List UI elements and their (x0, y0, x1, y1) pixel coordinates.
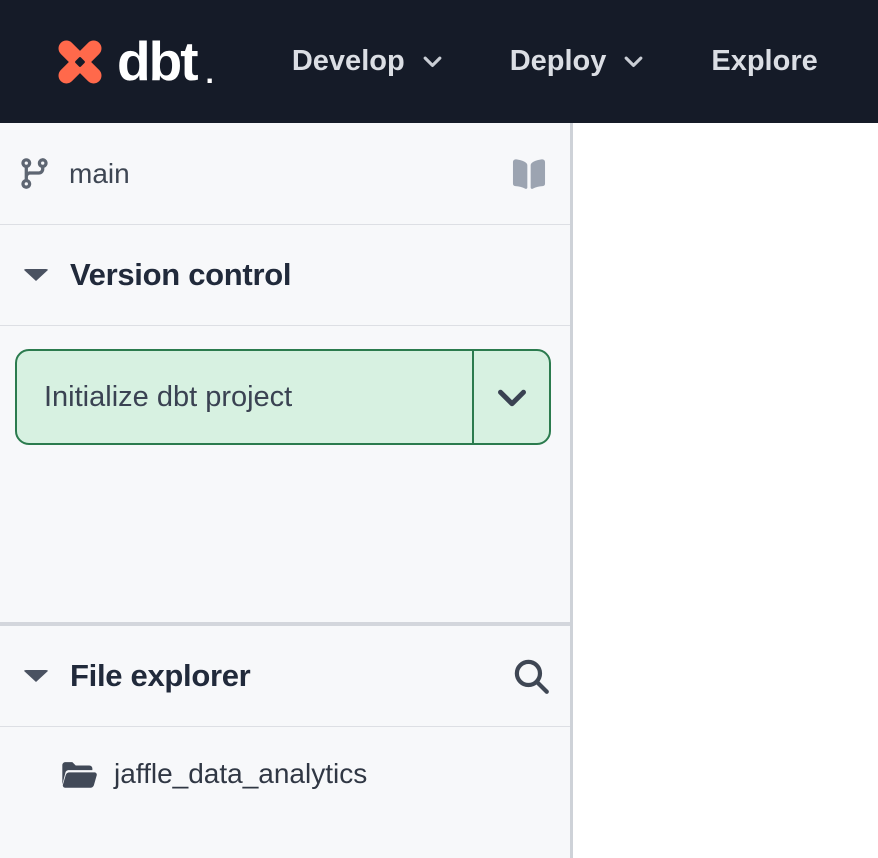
nav-item-deploy-label: Deploy (510, 45, 607, 78)
initialize-dbt-project-split-button: Initialize dbt project (15, 349, 551, 445)
version-control-title: Version control (70, 257, 291, 293)
editor-empty-area (573, 123, 878, 858)
file-tree-item-label: jaffle_data_analytics (114, 758, 367, 790)
dbt-logo-dot: . (206, 57, 214, 90)
docs-book-icon[interactable] (510, 157, 548, 191)
dbt-logo[interactable]: dbt . (52, 34, 214, 90)
git-branch-icon (17, 156, 52, 191)
init-dropdown-toggle[interactable] (474, 351, 549, 443)
file-tree: jaffle_data_analytics (0, 727, 570, 858)
collapse-triangle-icon (23, 269, 49, 281)
version-control-panel: Initialize dbt project (0, 326, 570, 622)
main-row: main Version control Initialize dbt proj… (0, 123, 878, 858)
branch-bar[interactable]: main (0, 123, 570, 225)
file-search-icon[interactable] (509, 654, 553, 698)
chevron-down-icon (419, 48, 446, 75)
initialize-dbt-project-button[interactable]: Initialize dbt project (17, 351, 472, 443)
dbt-logo-text: dbt (117, 34, 197, 89)
folder-open-icon (60, 759, 97, 790)
nav-item-develop-label: Develop (292, 45, 405, 78)
top-navbar: dbt . Develop Deploy Explore (0, 0, 878, 123)
dbt-logo-mark-icon (52, 34, 108, 90)
main-nav: Develop Deploy Explore (292, 45, 818, 78)
file-explorer-title: File explorer (70, 658, 250, 694)
file-tree-row-jaffle-data-analytics[interactable]: jaffle_data_analytics (0, 743, 570, 805)
ide-sidebar: main Version control Initialize dbt proj… (0, 123, 573, 858)
chevron-down-icon (620, 48, 647, 75)
nav-item-explore-label: Explore (711, 45, 817, 78)
nav-item-explore[interactable]: Explore (711, 45, 817, 78)
version-control-section-header[interactable]: Version control (0, 225, 570, 326)
nav-item-deploy[interactable]: Deploy (510, 45, 648, 78)
collapse-triangle-icon (23, 670, 49, 682)
nav-item-develop[interactable]: Develop (292, 45, 446, 78)
current-branch-name: main (69, 158, 130, 190)
file-explorer-section-header[interactable]: File explorer (0, 626, 570, 727)
